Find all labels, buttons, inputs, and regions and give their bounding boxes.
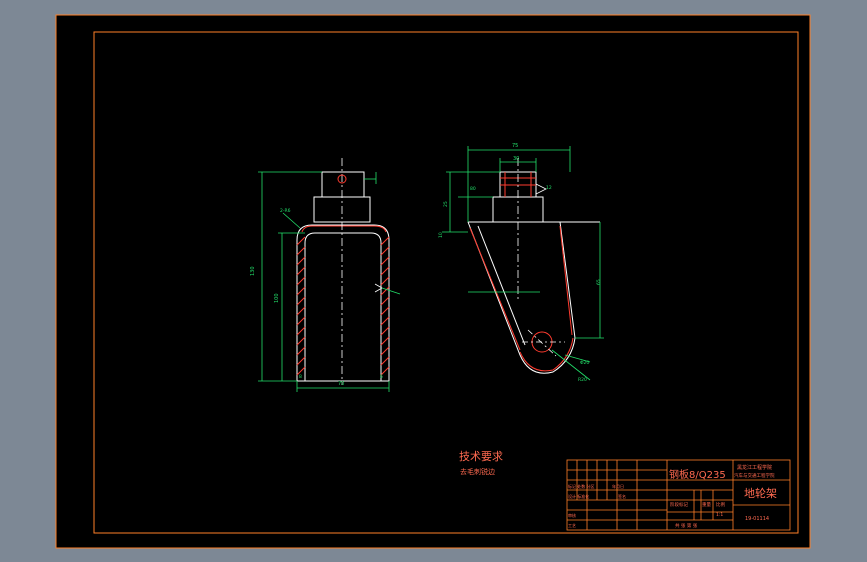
side-dim-boss: 30 [513,156,519,162]
title-stage-label: 阶段标记 [670,501,688,508]
notes-title: 技术要求 [459,450,503,463]
cad-drawing-viewport[interactable]: 70 130 100 2-R6 8 6 75 30 25 10 65 80 12… [0,0,867,562]
title-craft-row: 工艺 [568,523,576,528]
title-review-row: 审核 [568,512,576,518]
title-part-name: 地轮架 [744,486,777,500]
side-dim-hole: Φ20 [580,360,589,366]
front-dim-tag: 2-R6 [280,208,291,214]
front-dim-r6: 6 [380,374,383,380]
title-school-line1: 黑龙江工程学院 [737,464,772,471]
side-dim-right: 65 [596,279,602,285]
side-dim-height: 80 [470,186,476,192]
title-date-label: 年月日 [612,483,624,489]
side-dim-r: R20 [578,377,587,383]
front-dim-bottom: 70 [338,381,344,387]
title-weight-label: 重量 [702,501,711,508]
side-dim-top: 75 [512,143,518,149]
title-material: 钢板8/Q235 [669,468,726,481]
front-dim-thk: 8 [299,374,302,380]
drawing-sheet [56,15,810,548]
title-school-line2: 汽车与交通工程学院 [734,472,775,479]
front-dim-height: 130 [250,266,256,276]
title-designer-row: 标记 处数 分区 [568,483,595,489]
title-scale: 1:1 [716,512,723,518]
side-dim-left: 25 [443,201,449,207]
front-dim-inner: 100 [274,293,280,303]
notes-line: 去毛刺锐边 [460,467,495,476]
title-scale-label: 比例 [716,501,725,508]
title-sign-label: 签名 [618,493,626,499]
side-dim-left2: 10 [438,232,444,238]
title-drawing-no: 19-01114 [745,516,769,522]
title-approve-row: 设计 标准化 [568,493,589,499]
title-sheet-label: 共 张 第 张 [675,522,698,529]
side-dim-weld: 12 [546,185,552,191]
